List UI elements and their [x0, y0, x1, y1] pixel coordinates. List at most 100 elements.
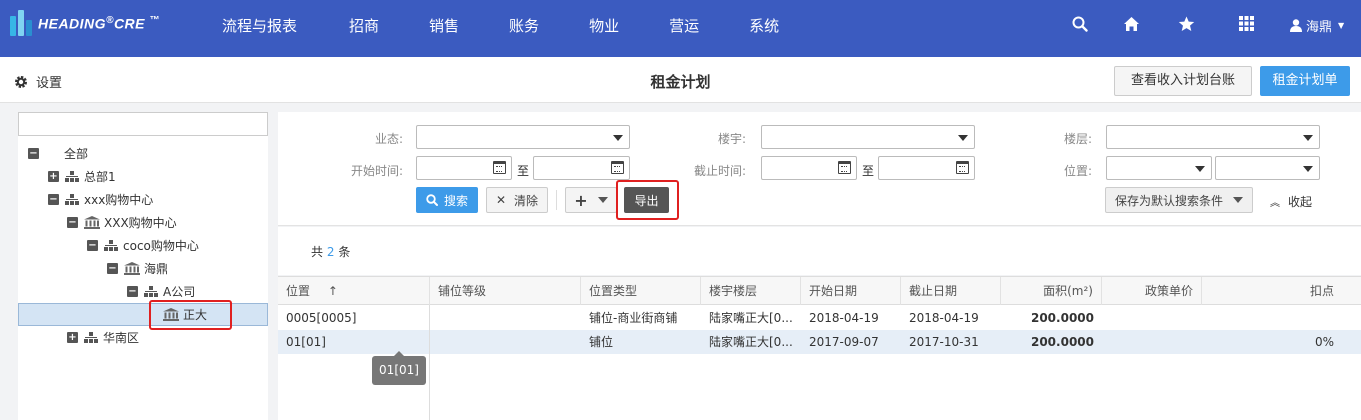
collapse-icon[interactable]: − [67, 217, 78, 228]
expand-icon[interactable]: + [67, 332, 78, 343]
collapse-icon[interactable]: − [48, 194, 59, 205]
nav-item-operation[interactable]: 营运 [669, 15, 699, 36]
tree-node-zhengda[interactable]: 正大 [163, 303, 207, 326]
dropdown-arrow-icon [613, 135, 623, 141]
cell-price [1102, 306, 1202, 330]
calendar-icon[interactable] [611, 161, 624, 174]
collapse-search-button[interactable]: ︽ 收起 [1270, 193, 1312, 210]
tree-node-coco-mall[interactable]: − coco购物中心 [87, 234, 199, 257]
tree-node-company-a[interactable]: − A公司 [127, 280, 195, 303]
org-icon [104, 239, 118, 252]
org-icon [144, 285, 158, 298]
table-header: 位置 ↑ 铺位等级 位置类型 楼宇楼层 开始日期 截止日期 面积(m²) 政策单… [278, 276, 1361, 305]
col-header-start-date[interactable]: 开始日期 [801, 277, 901, 305]
home-icon[interactable] [1123, 16, 1140, 36]
cell-start-date: 2018-04-19 [809, 311, 879, 325]
grid-icon[interactable] [1239, 16, 1254, 35]
end-from-date-input[interactable] [761, 156, 857, 180]
dropdown-arrow-icon [1195, 166, 1205, 172]
search-button[interactable]: 搜索 [416, 187, 478, 213]
calendar-icon[interactable] [838, 161, 851, 174]
col-header-position[interactable]: 位置 ↑ [278, 277, 430, 305]
calendar-icon[interactable] [493, 161, 506, 174]
nav-item-sales[interactable]: 销售 [429, 15, 459, 36]
org-icon [65, 170, 79, 183]
logo-mark-icon [10, 10, 32, 36]
cell-grade [430, 306, 581, 330]
table-row[interactable]: 0005[0005] 铺位-商业街商铺 陆家嘴正大[0... 2018-04-1… [278, 306, 1361, 330]
export-button[interactable]: 导出 [624, 187, 669, 213]
start-to-date-input[interactable] [533, 156, 630, 180]
nav-item-property[interactable]: 物业 [589, 15, 619, 36]
search-icon [426, 194, 438, 206]
collapse-label: 收起 [1288, 195, 1313, 209]
tree-node-label: coco购物中心 [123, 239, 199, 253]
col-header-area[interactable]: 面积(m²) [1001, 277, 1102, 305]
collapse-icon[interactable]: − [87, 240, 98, 251]
add-dropdown-button[interactable]: + [565, 187, 617, 213]
clear-button[interactable]: ✕ 清除 [486, 187, 548, 213]
settings-link[interactable]: 设置 [14, 72, 62, 91]
clear-button-label: 清除 [514, 193, 539, 208]
logo-text: HEADING®CRE ™ [38, 14, 160, 32]
tree-search-input[interactable] [18, 112, 268, 136]
logo[interactable]: HEADING®CRE ™ [10, 9, 160, 37]
start-from-date-input[interactable] [416, 156, 512, 180]
col-header-end-date[interactable]: 截止日期 [901, 277, 1001, 305]
nav-item-system[interactable]: 系统 [749, 15, 779, 36]
cell-position: 01[01] [286, 335, 326, 349]
expand-icon[interactable]: + [48, 171, 59, 182]
tree-node-label: 总部1 [84, 170, 116, 184]
cell-type: 铺位-商业街商铺 [589, 311, 678, 325]
building-select[interactable] [761, 125, 975, 149]
cell-area: 200.0000 [1030, 311, 1094, 325]
collapse-icon[interactable]: − [107, 263, 118, 274]
cell-price [1102, 330, 1202, 354]
col-header-grade[interactable]: 铺位等级 [430, 277, 581, 305]
tree-node-all[interactable]: − 全部 [28, 142, 88, 165]
cell-tooltip: 01[01] [372, 351, 426, 385]
dropdown-arrow-icon [1233, 197, 1243, 203]
floor-select[interactable] [1106, 125, 1320, 149]
start-time-label: 开始时间: [350, 164, 403, 178]
col-header-deduct[interactable]: 扣点 [1202, 277, 1342, 305]
dropdown-arrow-icon [1303, 166, 1313, 172]
tree-node-label: 海鼎 [144, 262, 169, 276]
collapse-icon[interactable]: − [127, 286, 138, 297]
bank-icon [84, 216, 100, 229]
tree-selected-row [18, 303, 268, 326]
cell-floor: 陆家嘴正大[0... [709, 311, 793, 325]
search-button-label: 搜索 [443, 193, 468, 208]
search-icon[interactable] [1072, 16, 1088, 36]
nav-item-accounts[interactable]: 账务 [509, 15, 539, 36]
cell-end-date: 2018-04-19 [909, 311, 979, 325]
col-header-floor[interactable]: 楼宇楼层 [701, 277, 801, 305]
col-header-type[interactable]: 位置类型 [581, 277, 701, 305]
save-default-search-button[interactable]: 保存为默认搜索条件 [1105, 187, 1253, 213]
nav-item-reports[interactable]: 流程与报表 [222, 15, 297, 36]
tree-node-label: 华南区 [103, 331, 140, 345]
end-to-date-input[interactable] [878, 156, 975, 180]
nav-item-leasing[interactable]: 招商 [349, 15, 379, 36]
col-header-price[interactable]: 政策单价 [1102, 277, 1202, 305]
sort-asc-icon[interactable]: ↑ [328, 284, 338, 298]
toolbar-divider [556, 190, 557, 210]
page-header: 设置 租金计划 查看收入计划台账 租金计划单 [0, 57, 1361, 103]
rent-plan-button[interactable]: 租金计划单 [1260, 66, 1350, 96]
table-row[interactable]: 01[01] 铺位 陆家嘴正大[0... 2017-09-07 2017-10-… [278, 330, 1361, 354]
range-to-label: 至 [862, 164, 875, 178]
tree-node-xxx-mall-2[interactable]: − XXX购物中心 [67, 211, 177, 234]
tree-node-south-china[interactable]: + 华南区 [67, 326, 139, 349]
dropdown-arrow-icon [958, 135, 968, 141]
tree-node-xxx-mall[interactable]: − xxx购物中心 [48, 188, 153, 211]
position-select-b[interactable] [1215, 156, 1320, 180]
star-icon[interactable] [1178, 16, 1195, 36]
tree-node-hq1[interactable]: + 总部1 [48, 165, 116, 188]
position-select-a[interactable] [1106, 156, 1212, 180]
collapse-icon[interactable]: − [28, 148, 39, 159]
view-income-ledger-button[interactable]: 查看收入计划台账 [1114, 66, 1252, 96]
tree-node-haiding[interactable]: − 海鼎 [107, 257, 168, 280]
calendar-icon[interactable] [956, 161, 969, 174]
user-menu[interactable]: 海鼎 ▼ [1290, 16, 1344, 35]
business-select[interactable] [416, 125, 630, 149]
